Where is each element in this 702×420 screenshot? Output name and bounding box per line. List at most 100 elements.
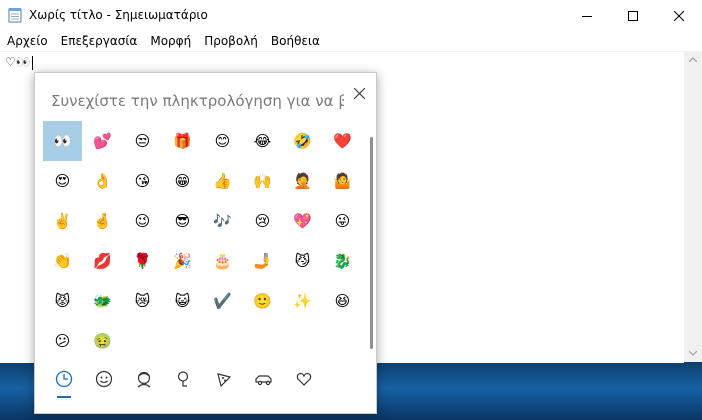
maximize-button[interactable] <box>610 0 656 31</box>
scroll-up-button[interactable] <box>684 51 702 68</box>
menu-file[interactable]: Αρχείο <box>0 31 54 51</box>
emoji-cell[interactable]: 😘 <box>123 161 162 201</box>
emoji-cell[interactable]: ✨ <box>283 281 322 321</box>
emoji-cell[interactable]: 🤢 <box>83 321 122 361</box>
food-icon <box>217 373 232 388</box>
emoji-cell[interactable]: 💋 <box>83 241 122 281</box>
emoji-glyph: 💕 <box>93 131 112 150</box>
minimize-button[interactable] <box>564 0 610 31</box>
menu-format[interactable]: Μορφή <box>143 31 197 51</box>
emoji-glyph: ✌️ <box>53 211 72 230</box>
emoji-cell[interactable]: 😍 <box>43 161 82 201</box>
emoji-glyph: ❤️ <box>333 131 352 150</box>
emoji-cell[interactable]: 👀 <box>43 121 82 161</box>
category-people[interactable] <box>124 363 164 395</box>
emoji-cell[interactable]: 👍 <box>203 161 242 201</box>
emoji-glyph: 😆 <box>334 291 351 310</box>
emoji-panel: Συνεχίστε την πληκτρολόγηση για να βρείτ… <box>34 72 377 414</box>
emoji-cell[interactable]: 🎂 <box>203 241 242 281</box>
emoji-glyph: 😎 <box>174 211 191 230</box>
emoji-cell[interactable]: 👏 <box>43 241 82 281</box>
menu-edit[interactable]: Επεξεργασία <box>54 31 144 51</box>
emoji-glyph: 😂 <box>253 131 272 150</box>
emoji-cell[interactable]: 😼 <box>283 241 322 281</box>
emoji-panel-scrollbar[interactable] <box>370 137 373 349</box>
menu-help[interactable]: Βοήθεια <box>264 31 326 51</box>
emoji-cell[interactable]: 👌 <box>83 161 122 201</box>
emoji-cell[interactable]: ✔️ <box>203 281 242 321</box>
emoji-glyph: 👍 <box>213 171 232 190</box>
emoji-cell[interactable]: 😿 <box>123 281 162 321</box>
emoji-cell[interactable]: 😕 <box>43 321 82 361</box>
category-travel[interactable] <box>244 363 284 395</box>
category-symbols[interactable] <box>284 363 324 395</box>
emoji-cell[interactable]: 😺 <box>163 281 202 321</box>
emoji-cell[interactable]: 💕 <box>83 121 122 161</box>
emoji-cell[interactable]: 😁 <box>163 161 202 201</box>
category-recent[interactable] <box>44 363 84 395</box>
emoji-cell[interactable]: 😜 <box>323 201 362 241</box>
close-icon <box>674 10 684 21</box>
emoji-glyph: 🤳 <box>253 251 272 270</box>
emoji-glyph: 👏 <box>53 251 72 270</box>
emoji-cell[interactable]: 😉 <box>123 201 162 241</box>
category-smiley[interactable] <box>84 363 124 395</box>
scroll-down-button[interactable] <box>684 345 702 362</box>
emoji-glyph: 😕 <box>54 331 71 350</box>
emoji-glyph: 🤣 <box>293 131 312 150</box>
emoji-cell[interactable]: 😾 <box>43 281 82 321</box>
title-bar[interactable]: Χωρίς τίτλο - Σημειωματάριο <box>0 0 702 31</box>
editor-content: ♡👀 <box>5 54 33 70</box>
emoji-cell[interactable]: 🎁 <box>163 121 202 161</box>
emoji-cell[interactable]: ❤️ <box>323 121 362 161</box>
emoji-glyph: 🎁 <box>173 131 192 150</box>
emoji-cell[interactable]: 🙌 <box>243 161 282 201</box>
people-icon <box>137 371 151 388</box>
emoji-cell[interactable]: 🐉 <box>323 241 362 281</box>
category-food[interactable] <box>204 363 244 395</box>
emoji-glyph: 🙂 <box>253 291 272 310</box>
emoji-cell[interactable]: 🎶 <box>203 201 242 241</box>
menu-view[interactable]: Προβολή <box>197 31 264 51</box>
emoji-cell[interactable]: 😆 <box>323 281 362 321</box>
close-button[interactable] <box>656 0 702 31</box>
emoji-cell[interactable]: 😂 <box>243 121 282 161</box>
emoji-glyph: 😒 <box>134 131 151 150</box>
emoji-glyph: 😢 <box>254 211 271 230</box>
emoji-glyph: 💖 <box>293 211 312 230</box>
emoji-cell[interactable]: 😒 <box>123 121 162 161</box>
emoji-cell[interactable]: 🤷 <box>323 161 362 201</box>
emoji-cell[interactable]: 🤳 <box>243 241 282 281</box>
emoji-cell[interactable]: 🤣 <box>283 121 322 161</box>
emoji-cell[interactable]: 😎 <box>163 201 202 241</box>
emoji-panel-close-button[interactable] <box>348 82 370 104</box>
emoji-glyph: 😿 <box>134 291 151 310</box>
emoji-cell[interactable]: 🎉 <box>163 241 202 281</box>
smiley-icon <box>95 370 113 388</box>
emoji-cell[interactable]: 🌹 <box>123 241 162 281</box>
emoji-search-input[interactable]: Συνεχίστε την πληκτρολόγηση για να βρείτ… <box>51 92 344 110</box>
minimize-icon <box>582 15 592 17</box>
emoji-glyph: 🎶 <box>213 211 232 230</box>
emoji-cell[interactable]: 💖 <box>283 201 322 241</box>
emoji-glyph: 🤢 <box>93 331 112 350</box>
category-places[interactable] <box>164 363 204 395</box>
emoji-glyph: 🎂 <box>213 251 232 270</box>
emoji-cell[interactable]: 🐲 <box>83 281 122 321</box>
emoji-cell[interactable]: ✌️ <box>43 201 82 241</box>
vertical-scrollbar[interactable] <box>684 51 702 362</box>
emoji-cell[interactable]: 😊 <box>203 121 242 161</box>
emoji-glyph: 🎉 <box>173 251 192 270</box>
emoji-glyph: 🤦 <box>293 171 312 190</box>
emoji-cell[interactable]: 🤦 <box>283 161 322 201</box>
emoji-glyph: 🤞 <box>93 211 112 230</box>
emoji-cell[interactable]: 🤞 <box>83 201 122 241</box>
notepad-app-icon <box>8 8 22 23</box>
emoji-glyph: 👌 <box>93 171 112 190</box>
window-title: Χωρίς τίτλο - Σημειωματάριο <box>29 8 208 22</box>
emoji-cell[interactable]: 🙂 <box>243 281 282 321</box>
emoji-cell[interactable]: 😢 <box>243 201 282 241</box>
category-selected-indicator <box>57 396 71 398</box>
emoji-glyph: 😺 <box>174 291 191 310</box>
menu-bar: Αρχείο Επεξεργασία Μορφή Προβολή Βοήθεια <box>0 31 702 51</box>
